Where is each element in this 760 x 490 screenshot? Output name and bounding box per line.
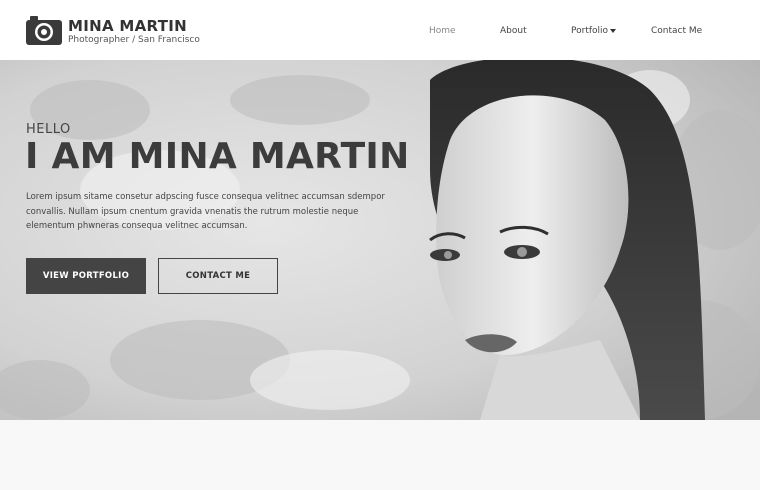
- site-header: MINA MARTIN Photographer / San Francisco…: [0, 0, 760, 60]
- contact-me-button[interactable]: CONTACT ME: [158, 258, 278, 294]
- nav-portfolio[interactable]: Portfolio: [571, 26, 608, 36]
- nav-contact[interactable]: Contact Me: [651, 26, 702, 36]
- nav-home[interactable]: Home: [429, 26, 456, 36]
- hero-section: HELLO I AM MINA MARTIN Lorem ipsum sitam…: [0, 60, 760, 420]
- hero-greeting: HELLO: [26, 122, 71, 137]
- chevron-down-icon[interactable]: [610, 29, 616, 33]
- hero-intro: Lorem ipsum sitame consetur adpscing fus…: [26, 192, 385, 231]
- hero-title: I AM MINA MARTIN: [25, 136, 410, 177]
- view-portfolio-button[interactable]: VIEW PORTFOLIO: [26, 258, 146, 294]
- brand-tagline: Photographer / San Francisco: [68, 35, 200, 45]
- brand-name[interactable]: MINA MARTIN: [68, 17, 187, 35]
- portrait-photo: [0, 60, 760, 420]
- nav-about[interactable]: About: [500, 26, 527, 36]
- camera-icon[interactable]: [26, 16, 62, 45]
